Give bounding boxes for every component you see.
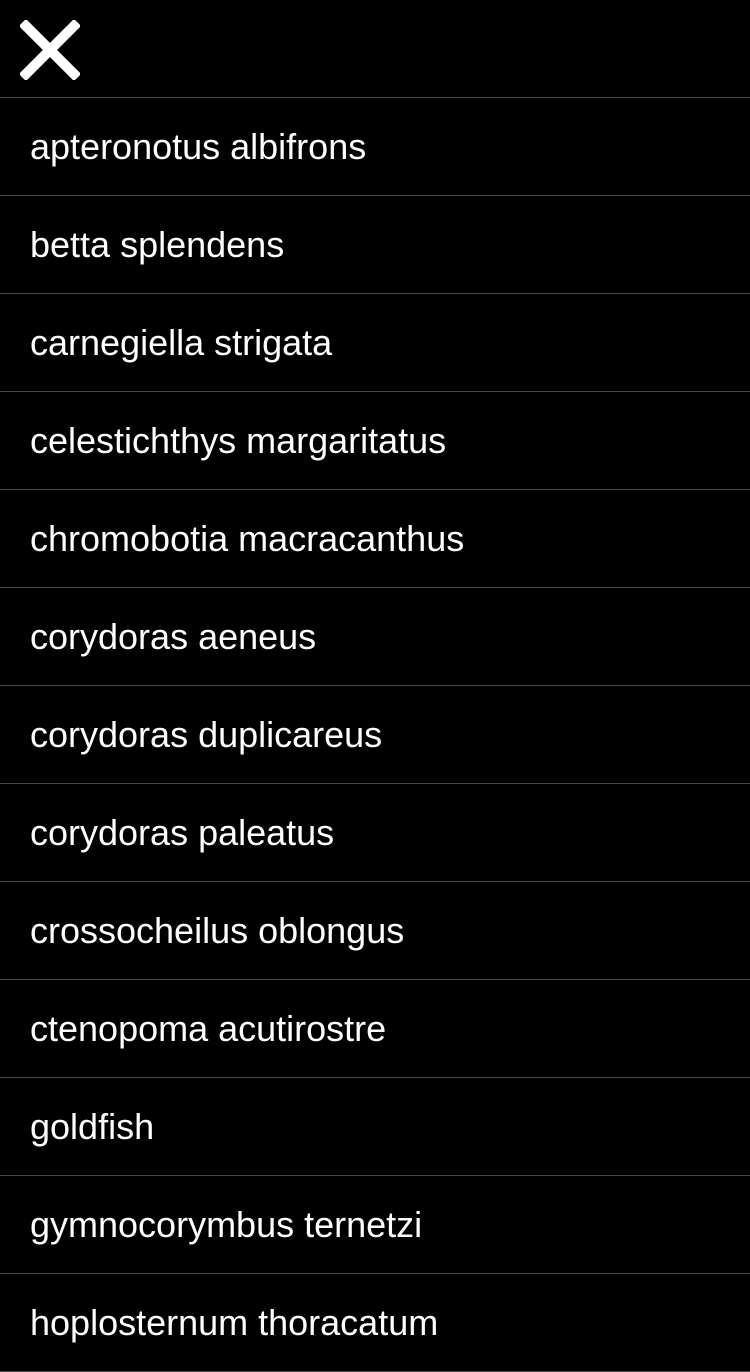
list-item[interactable]: chromobotia macracanthus: [0, 490, 750, 588]
list-item[interactable]: goldfish: [0, 1078, 750, 1176]
list-item[interactable]: crossocheilus oblongus: [0, 882, 750, 980]
list-item-label: gymnocorymbus ternetzi: [30, 1203, 423, 1245]
list-item-label: crossocheilus oblongus: [30, 909, 405, 951]
list-item[interactable]: corydoras paleatus: [0, 784, 750, 882]
list-item-label: hoplosternum thoracatum: [30, 1301, 439, 1343]
list-item[interactable]: celestichthys margaritatus: [0, 392, 750, 490]
list-item-label: celestichthys margaritatus: [30, 419, 447, 461]
list-item[interactable]: betta splendens: [0, 196, 750, 294]
list-item[interactable]: carnegiella strigata: [0, 294, 750, 392]
list-item-label: goldfish: [30, 1105, 155, 1147]
list-item[interactable]: hoplosternum thoracatum: [0, 1274, 750, 1372]
list-item-label: apteronotus albifrons: [30, 125, 367, 167]
close-icon: [20, 20, 80, 80]
list-item[interactable]: corydoras aeneus: [0, 588, 750, 686]
list-item-label: ctenopoma acutirostre: [30, 1007, 387, 1049]
list-item-label: corydoras paleatus: [30, 811, 335, 853]
list-item[interactable]: corydoras duplicareus: [0, 686, 750, 784]
list-item[interactable]: gymnocorymbus ternetzi: [0, 1176, 750, 1274]
list-item[interactable]: ctenopoma acutirostre: [0, 980, 750, 1078]
species-list: apteronotus albifrons betta splendens ca…: [0, 98, 750, 1372]
list-item-label: chromobotia macracanthus: [30, 517, 465, 559]
list-item-label: corydoras aeneus: [30, 615, 317, 657]
list-item-label: corydoras duplicareus: [30, 713, 383, 755]
close-button[interactable]: [14, 14, 86, 86]
list-item-label: carnegiella strigata: [30, 321, 333, 363]
list-item[interactable]: apteronotus albifrons: [0, 98, 750, 196]
top-bar: [0, 0, 750, 98]
list-item-label: betta splendens: [30, 223, 285, 265]
